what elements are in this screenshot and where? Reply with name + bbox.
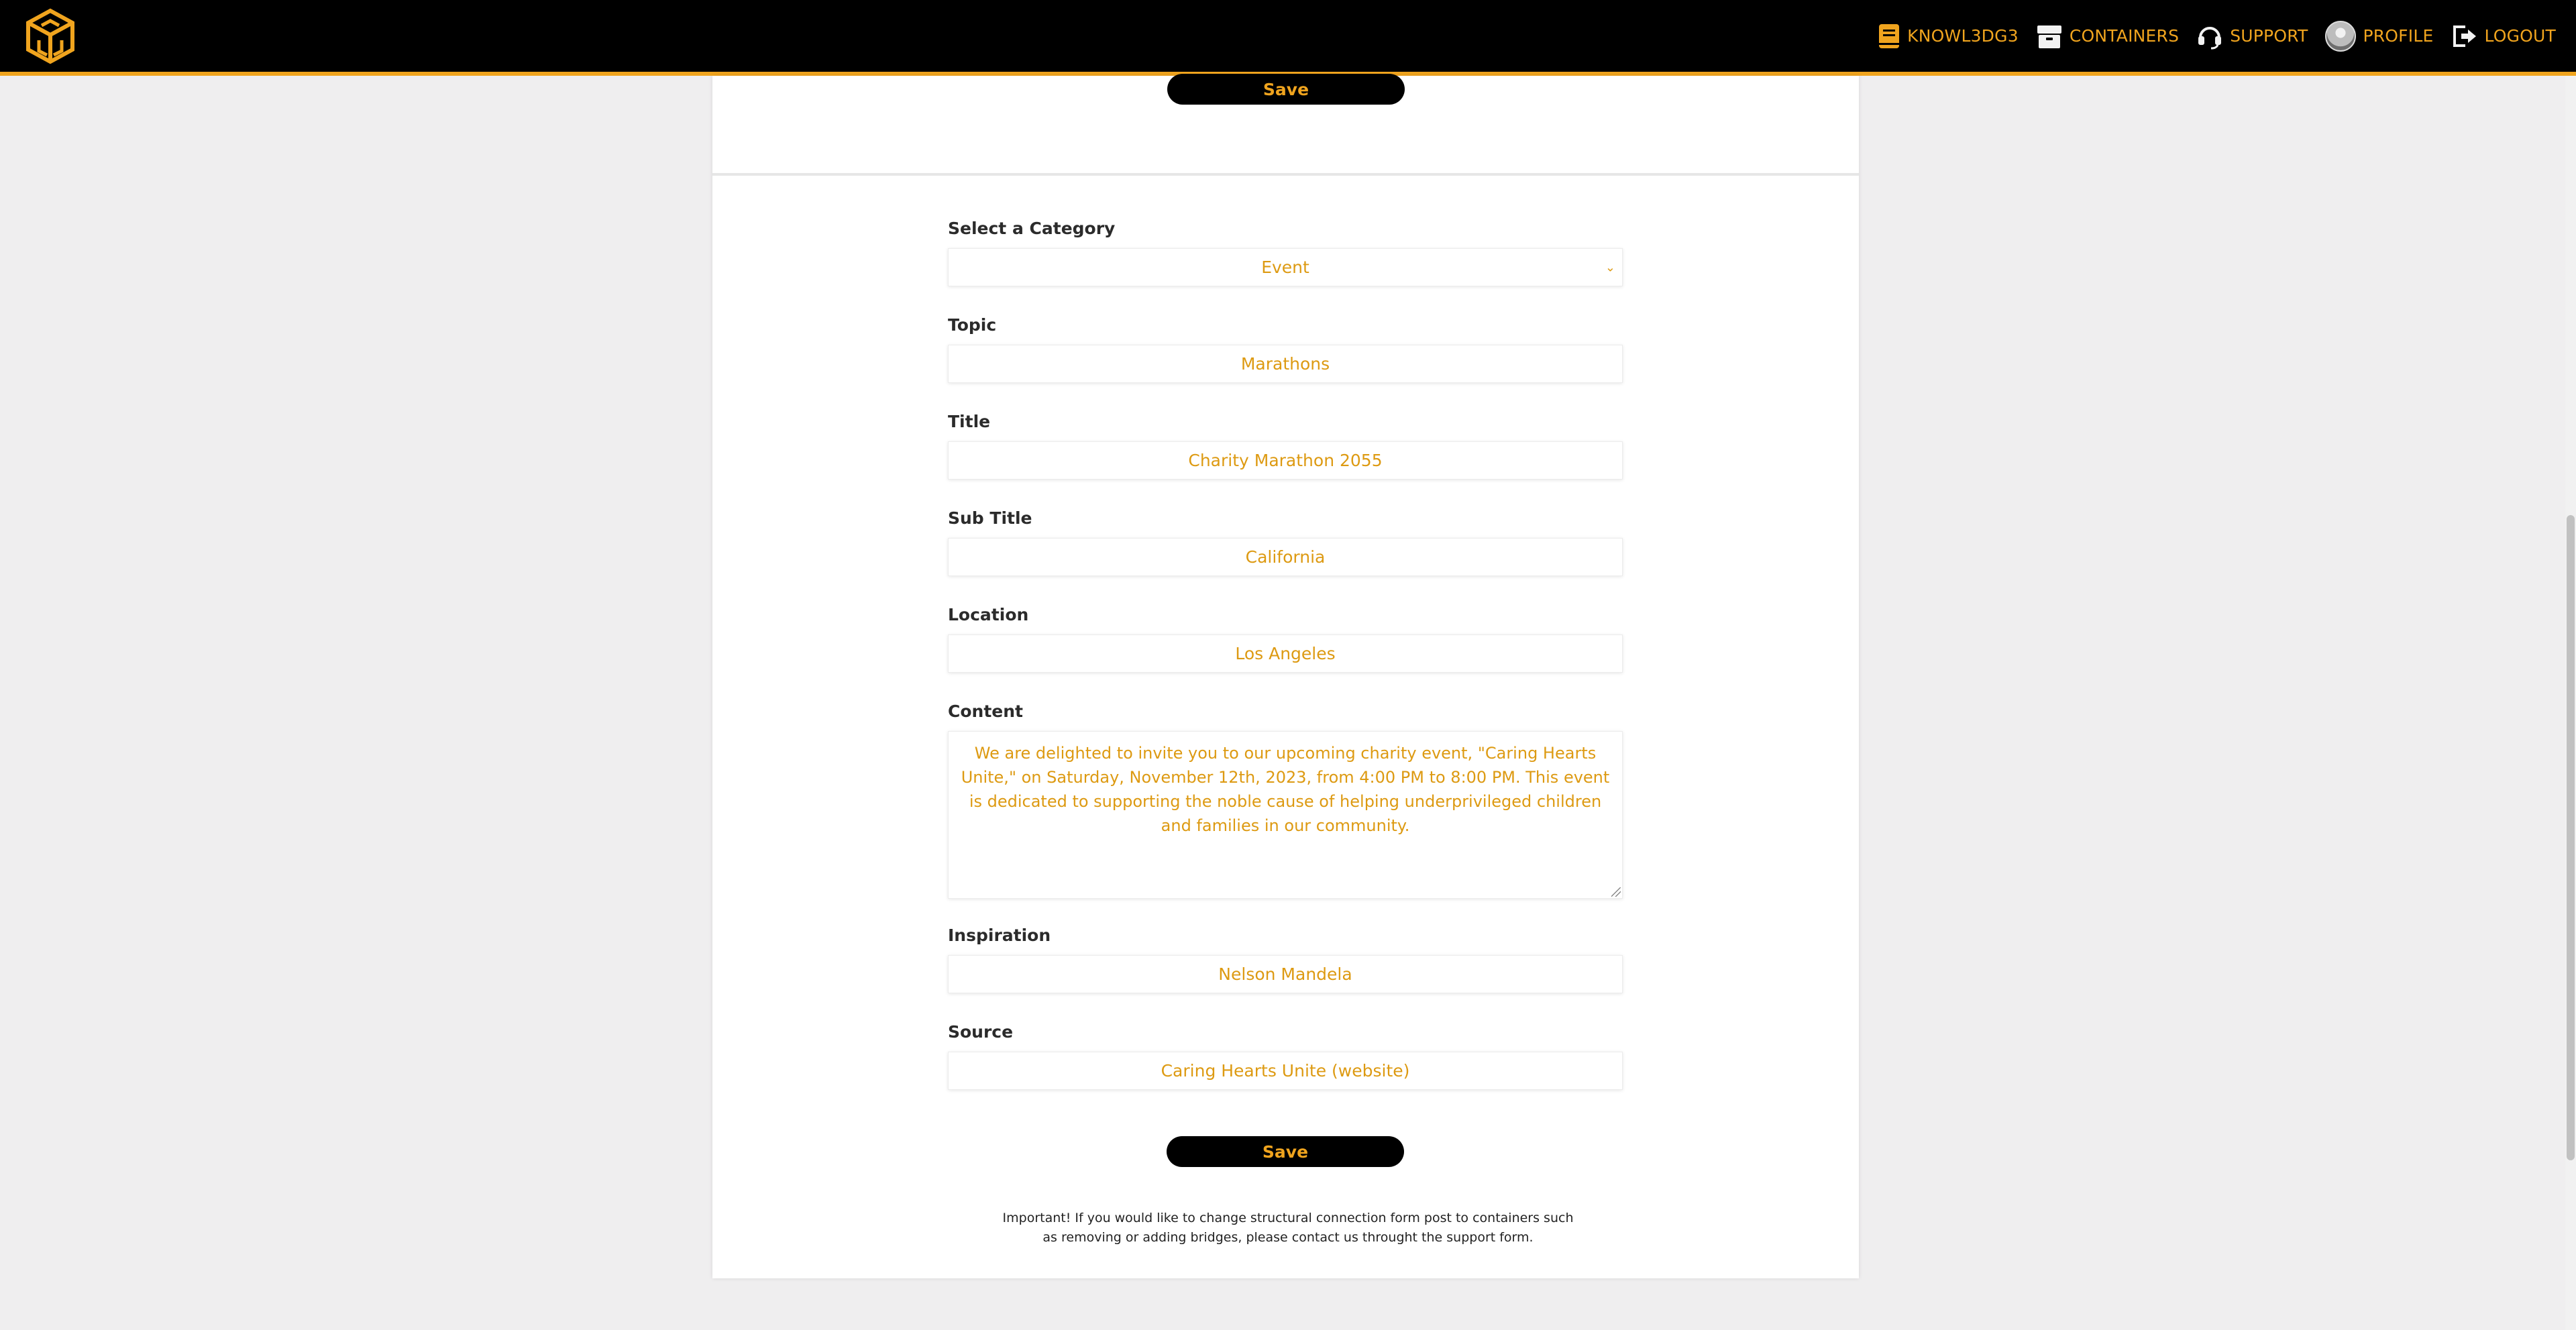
top-save-button[interactable]: Save <box>1167 74 1405 105</box>
structural-change-note: Important! If you would like to change s… <box>986 1209 1590 1248</box>
nav-knowledge-label: KNOWL3DG3 <box>1907 26 2019 46</box>
nav-profile-label: PROFILE <box>2363 26 2434 46</box>
top-navigation-bar: KNOWL3DG3 CONTAINERS SUPPORT PROFILE LOG… <box>0 0 2576 76</box>
scrollbar-thumb[interactable] <box>2567 515 2575 1160</box>
avatar <box>2325 20 2357 52</box>
category-value: Event <box>1261 258 1309 277</box>
topic-input[interactable]: Marathons <box>948 345 1623 383</box>
resize-handle-icon[interactable] <box>1611 887 1621 897</box>
content-value: We are delighted to invite you to our up… <box>961 744 1610 835</box>
nav-knowledge[interactable]: KNOWL3DG3 <box>1878 23 2019 50</box>
save-button[interactable]: Save <box>1167 1136 1404 1167</box>
logout-icon <box>2451 23 2477 50</box>
page-scrollbar[interactable] <box>2565 76 2576 1330</box>
category-label: Select a Category <box>948 219 1116 238</box>
subtitle-input[interactable]: California <box>948 538 1623 576</box>
source-label: Source <box>948 1022 1014 1042</box>
source-input[interactable]: Caring Hearts Unite (website) <box>948 1052 1623 1090</box>
nav-containers-label: CONTAINERS <box>2069 26 2180 46</box>
nav-support-label: SUPPORT <box>2230 26 2308 46</box>
subtitle-label: Sub Title <box>948 508 1032 528</box>
brand-logo[interactable] <box>24 8 76 64</box>
chevron-down-icon: ⌄ <box>1605 260 1615 274</box>
section-divider <box>712 173 1859 176</box>
nav-support[interactable]: SUPPORT <box>2196 23 2308 50</box>
note-line-2: as removing or adding bridges, please co… <box>1042 1230 1534 1245</box>
inspiration-input[interactable]: Nelson Mandela <box>948 955 1623 993</box>
topic-label: Topic <box>948 315 997 335</box>
main-nav: KNOWL3DG3 CONTAINERS SUPPORT PROFILE LOG… <box>1860 0 2556 72</box>
nav-containers[interactable]: CONTAINERS <box>2036 23 2179 50</box>
title-label: Title <box>948 412 991 431</box>
nav-profile[interactable]: PROFILE <box>2325 20 2434 52</box>
note-line-1: Important! If you would like to change s… <box>1002 1211 1574 1225</box>
inspiration-label: Inspiration <box>948 926 1051 945</box>
location-input[interactable]: Los Angeles <box>948 634 1623 673</box>
nav-logout[interactable]: LOGOUT <box>2451 23 2556 50</box>
category-select[interactable]: Event ⌄ <box>948 248 1623 286</box>
headset-icon <box>2196 23 2223 50</box>
box-icon <box>2036 23 2063 50</box>
location-label: Location <box>948 605 1029 624</box>
title-input[interactable]: Charity Marathon 2055 <box>948 441 1623 480</box>
content-textarea[interactable]: We are delighted to invite you to our up… <box>948 731 1623 899</box>
content-label: Content <box>948 702 1023 721</box>
nav-logout-label: LOGOUT <box>2484 26 2556 46</box>
book-icon <box>1878 23 1900 50</box>
